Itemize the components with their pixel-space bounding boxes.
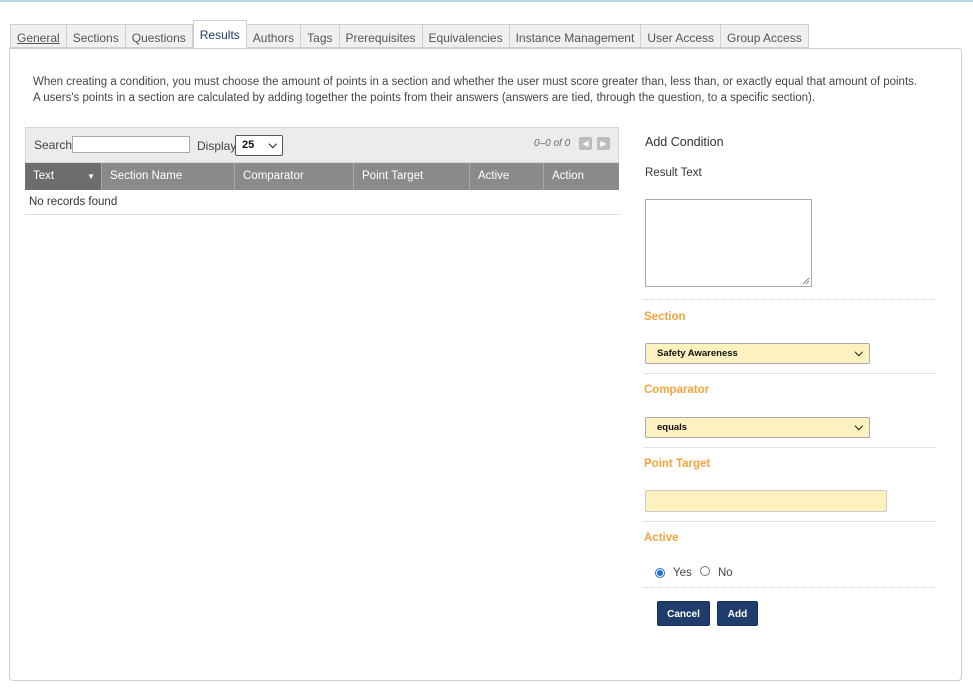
description-line-1: When creating a condition, you must choo… — [33, 76, 918, 88]
comparator-select[interactable]: equals ⌵ — [645, 417, 870, 438]
previous-page-icon[interactable]: ◀ — [579, 137, 592, 150]
cancel-button[interactable]: Cancel — [657, 601, 710, 626]
tab-group-access[interactable]: Group Access — [721, 24, 809, 48]
tab-user-access[interactable]: User Access — [641, 24, 722, 48]
active-no-label[interactable]: No — [718, 567, 733, 579]
point-target-label: Point Target — [644, 458, 711, 470]
top-accent-line — [0, 0, 973, 2]
tab-authors[interactable]: Authors — [246, 24, 302, 48]
form-title: Add Condition — [645, 135, 724, 149]
next-page-icon[interactable]: ▶ — [597, 137, 610, 150]
display-label: Display — [197, 139, 237, 153]
results-description: When creating a condition, you must choo… — [33, 74, 933, 106]
section-select-value: Safety Awareness — [657, 348, 738, 359]
conditions-grid: Search Display 25 ⌵ 0–0 of 0 ◀ ▶ Text ▼ … — [25, 127, 619, 215]
section-select[interactable]: Safety Awareness ⌵ — [645, 343, 870, 364]
column-header-action[interactable]: Action — [544, 163, 619, 190]
active-no-radio[interactable] — [700, 566, 710, 576]
results-panel: When creating a condition, you must choo… — [9, 48, 962, 681]
tab-equivalencies[interactable]: Equivalencies — [422, 24, 510, 48]
chevron-down-icon: ⌵ — [854, 421, 863, 433]
section-label: Section — [644, 311, 686, 323]
chevron-down-icon: ⌵ — [854, 347, 863, 359]
result-text-label: Result Text — [645, 167, 702, 179]
tab-prerequisites[interactable]: Prerequisites — [339, 24, 423, 48]
tab-tags[interactable]: Tags — [301, 24, 340, 48]
column-header-point-target[interactable]: Point Target — [354, 163, 470, 190]
column-header-text[interactable]: Text ▼ — [25, 163, 102, 190]
comparator-select-value: equals — [657, 422, 688, 433]
column-header-active[interactable]: Active — [470, 163, 544, 190]
divider — [644, 373, 936, 374]
display-count-value: 25 — [242, 139, 255, 151]
chevron-down-icon: ⌵ — [268, 139, 277, 151]
add-button[interactable]: Add — [717, 601, 758, 626]
search-label: Search — [34, 138, 73, 152]
divider — [644, 521, 936, 522]
active-yes-radio[interactable] — [655, 568, 665, 578]
column-header-section-name[interactable]: Section Name — [102, 163, 235, 190]
display-count-select[interactable]: 25 ⌵ — [235, 135, 283, 156]
resize-grip-icon[interactable] — [802, 277, 810, 285]
description-line-2: A users's points in a section are calcul… — [33, 92, 816, 104]
grid-toolbar: Search Display 25 ⌵ 0–0 of 0 ◀ ▶ — [25, 127, 619, 163]
point-target-input[interactable] — [645, 490, 887, 512]
grid-header: Text ▼ Section Name Comparator Point Tar… — [25, 163, 619, 190]
tab-sections[interactable]: Sections — [66, 24, 126, 48]
sort-descending-icon: ▼ — [87, 172, 95, 181]
divider — [644, 587, 936, 588]
active-yes-label[interactable]: Yes — [673, 567, 692, 579]
active-label: Active — [644, 532, 679, 544]
empty-message: No records found — [25, 190, 619, 215]
pagination-range: 0–0 of 0 — [534, 138, 571, 149]
tab-instance-management[interactable]: Instance Management — [509, 24, 642, 48]
column-label: Text — [33, 170, 55, 182]
result-text-textarea[interactable] — [645, 199, 812, 287]
search-input[interactable] — [72, 136, 190, 153]
divider — [644, 447, 936, 448]
tab-bar: General Sections Questions Results Autho… — [10, 20, 809, 49]
tab-questions[interactable]: Questions — [125, 24, 193, 48]
comparator-label: Comparator — [644, 384, 710, 396]
column-header-comparator[interactable]: Comparator — [235, 163, 354, 190]
tab-results[interactable]: Results — [192, 20, 247, 49]
divider — [644, 299, 936, 300]
tab-general[interactable]: General — [10, 24, 67, 48]
